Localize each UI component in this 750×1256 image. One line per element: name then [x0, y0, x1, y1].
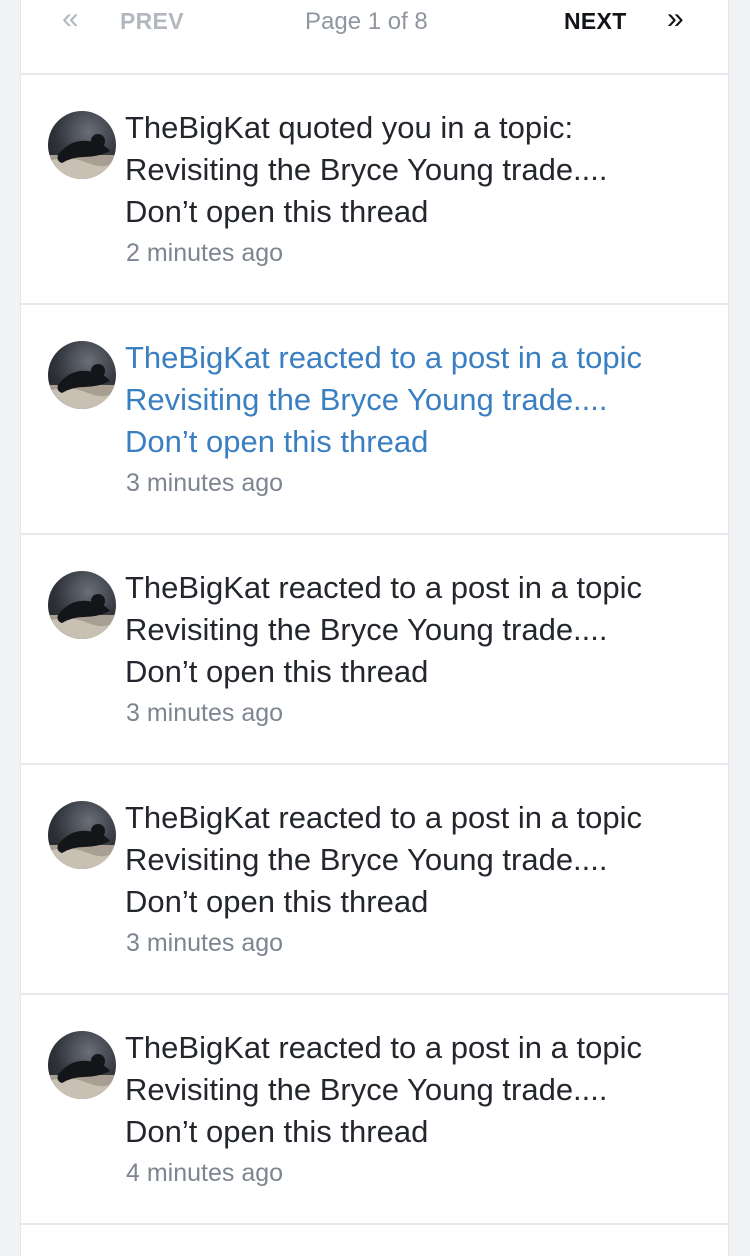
notification-timestamp: 3 minutes ago [126, 469, 284, 497]
notification-topic: Don’t open this thread [125, 424, 429, 459]
notification-item[interactable]: TheBigKat reacted to a post in a topic R… [21, 305, 728, 535]
notification-topic: Don’t open this thread [125, 1114, 429, 1149]
notification-line: TheBigKat reacted to a post in a topic [125, 1030, 642, 1065]
notification-item[interactable]: TheBigKat reacted to a post in a topic R… [21, 535, 728, 765]
notification-text[interactable]: TheBigKat reacted to a post in a topic R… [125, 567, 715, 693]
notification-text[interactable]: TheBigKat reacted to a post in a topic R… [125, 337, 715, 463]
avatar[interactable] [48, 801, 116, 869]
notification-topic: Don’t open this thread [125, 654, 429, 689]
notification-item[interactable]: TheBigKat reacted to a post in a topic R… [21, 995, 728, 1225]
notification-text[interactable]: TheBigKat quoted you in a topic: Revisit… [125, 107, 715, 233]
notification-topic: Don’t open this thread [125, 194, 429, 229]
pagination-bar: « PREV Page 1 of 8 NEXT » [21, 0, 728, 75]
avatar[interactable] [48, 111, 116, 179]
notification-topic: Revisiting the Bryce Young trade.... [125, 382, 608, 417]
double-chevron-right-icon[interactable]: » [667, 4, 684, 34]
notification-topic: Revisiting the Bryce Young trade.... [125, 1072, 608, 1107]
notification-line: TheBigKat quoted you in a topic: [125, 110, 574, 145]
notification-text[interactable]: TheBigKat reacted to a post in a topic R… [125, 1027, 715, 1153]
notification-timestamp: 3 minutes ago [126, 929, 284, 957]
notification-line: TheBigKat reacted to a post in a topic [125, 800, 642, 835]
notification-topic: Revisiting the Bryce Young trade.... [125, 612, 608, 647]
double-chevron-left-icon[interactable]: « [62, 4, 79, 34]
notification-line: TheBigKat reacted to a post in a topic [125, 340, 642, 375]
notification-item[interactable]: TheBigKat quoted you in a topic: Revisit… [21, 75, 728, 305]
notification-topic: Revisiting the Bryce Young trade.... [125, 152, 608, 187]
next-button[interactable]: NEXT [564, 8, 627, 35]
notification-timestamp: 2 minutes ago [126, 239, 284, 267]
page-indicator[interactable]: Page 1 of 8 [305, 8, 428, 36]
notifications-panel: « PREV Page 1 of 8 NEXT » TheBigKat quot… [20, 0, 729, 1256]
prev-button[interactable]: PREV [120, 8, 184, 35]
notification-timestamp: 4 minutes ago [126, 1159, 284, 1187]
notification-item[interactable]: TheBigKat reacted to a post in a topic R… [21, 765, 728, 995]
notification-text[interactable]: TheBigKat reacted to a post in a topic R… [125, 797, 715, 923]
notification-line: TheBigKat reacted to a post in a topic [125, 570, 642, 605]
avatar[interactable] [48, 341, 116, 409]
avatar[interactable] [48, 571, 116, 639]
notification-topic: Revisiting the Bryce Young trade.... [125, 842, 608, 877]
avatar[interactable] [48, 1031, 116, 1099]
notification-topic: Don’t open this thread [125, 884, 429, 919]
notification-timestamp: 3 minutes ago [126, 699, 284, 727]
